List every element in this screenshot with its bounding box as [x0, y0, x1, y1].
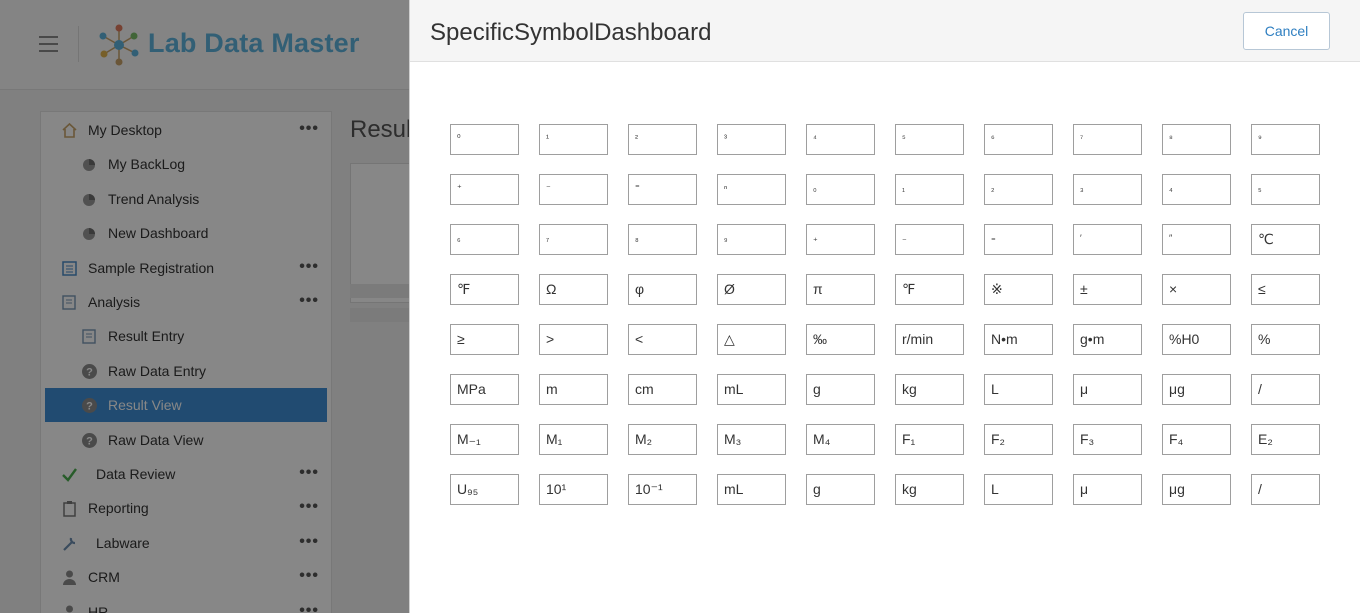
symbol-button[interactable]: ⁴ — [806, 124, 875, 155]
symbol-button[interactable]: μ — [1073, 374, 1142, 405]
symbol-button[interactable]: M₋₁ — [450, 424, 519, 455]
symbol-button[interactable]: ₉ — [717, 224, 786, 255]
symbol-button[interactable]: Ω — [539, 274, 608, 305]
symbol-button[interactable]: ₀ — [806, 174, 875, 205]
symbol-button[interactable]: M₁ — [539, 424, 608, 455]
symbol-button[interactable]: ℃ — [1251, 224, 1320, 255]
symbol-button[interactable]: m — [539, 374, 608, 405]
symbol-dialog: SpecificSymbolDashboard Cancel ⁰¹²³⁴⁵⁶⁷⁸… — [409, 0, 1360, 613]
symbol-button[interactable]: / — [1251, 474, 1320, 505]
symbol-button[interactable]: ₊ — [806, 224, 875, 255]
symbol-button[interactable]: ₂ — [984, 174, 1053, 205]
symbol-button[interactable]: kg — [895, 474, 964, 505]
symbol-button[interactable]: 10¹ — [539, 474, 608, 505]
symbol-button[interactable]: g — [806, 474, 875, 505]
symbol-button[interactable]: mL — [717, 374, 786, 405]
symbol-button[interactable]: π — [806, 274, 875, 305]
symbol-button[interactable]: r/min — [895, 324, 964, 355]
symbol-button[interactable]: ‰ — [806, 324, 875, 355]
symbol-button[interactable]: M₂ — [628, 424, 697, 455]
symbol-button[interactable]: ″ — [1162, 224, 1231, 255]
symbol-button[interactable]: △ — [717, 324, 786, 355]
symbol-button[interactable]: MPa — [450, 374, 519, 405]
symbol-button[interactable]: ⁵ — [895, 124, 964, 155]
symbol-button[interactable]: ≥ — [450, 324, 519, 355]
symbol-button[interactable]: F₂ — [984, 424, 1053, 455]
symbol-button[interactable]: ⁶ — [984, 124, 1053, 155]
symbol-button[interactable]: ₆ — [450, 224, 519, 255]
symbol-button[interactable]: ⁹ — [1251, 124, 1320, 155]
symbol-button[interactable]: ※ — [984, 274, 1053, 305]
symbol-button[interactable]: ≤ — [1251, 274, 1320, 305]
symbol-button[interactable]: g — [806, 374, 875, 405]
symbol-button[interactable]: ² — [628, 124, 697, 155]
symbol-button[interactable]: ₌ — [984, 224, 1053, 255]
symbol-button[interactable]: < — [628, 324, 697, 355]
symbol-button[interactable]: ℉ — [895, 274, 964, 305]
symbol-button[interactable]: ⁰ — [450, 124, 519, 155]
symbol-button[interactable]: F₄ — [1162, 424, 1231, 455]
symbol-button[interactable]: L — [984, 374, 1053, 405]
symbol-button[interactable]: ′ — [1073, 224, 1142, 255]
symbol-button[interactable]: ₁ — [895, 174, 964, 205]
symbol-button[interactable]: × — [1162, 274, 1231, 305]
symbol-button[interactable]: %H0 — [1162, 324, 1231, 355]
symbol-button[interactable]: cm — [628, 374, 697, 405]
cancel-button[interactable]: Cancel — [1243, 12, 1330, 50]
symbol-button[interactable]: μg — [1162, 374, 1231, 405]
symbol-button[interactable]: ⁸ — [1162, 124, 1231, 155]
symbol-button[interactable]: ⁼ — [628, 174, 697, 205]
symbol-button[interactable]: ¹ — [539, 124, 608, 155]
symbol-button[interactable]: U₉₅ — [450, 474, 519, 505]
symbol-button[interactable]: ⁷ — [1073, 124, 1142, 155]
symbol-button[interactable]: F₃ — [1073, 424, 1142, 455]
dialog-header: SpecificSymbolDashboard Cancel — [410, 0, 1360, 62]
dialog-title: SpecificSymbolDashboard — [430, 19, 712, 46]
symbol-button[interactable]: kg — [895, 374, 964, 405]
symbol-button[interactable]: ₅ — [1251, 174, 1320, 205]
symbol-button[interactable]: L — [984, 474, 1053, 505]
symbol-button[interactable]: ₄ — [1162, 174, 1231, 205]
symbol-button[interactable]: ± — [1073, 274, 1142, 305]
symbol-button[interactable]: ³ — [717, 124, 786, 155]
symbol-button[interactable]: ℉ — [450, 274, 519, 305]
symbol-button[interactable]: % — [1251, 324, 1320, 355]
symbol-button[interactable]: / — [1251, 374, 1320, 405]
symbol-button[interactable]: > — [539, 324, 608, 355]
symbol-button[interactable]: ₃ — [1073, 174, 1142, 205]
symbol-button[interactable]: E₂ — [1251, 424, 1320, 455]
symbol-button[interactable]: μg — [1162, 474, 1231, 505]
symbol-grid: ⁰ ¹ ² ³ ⁴ ⁵ ⁶ ⁷ ⁸ ⁹ ⁺ ⁻ ⁼ ⁿ ₀ ₁ ₂ ₃ ₄ ₅ ₆ ₇ ₈ ₉ ₊ ₋ ₌ ′ ″ ℃ ℉ Ωφ Øπ ℉ ※ ± × ≤… — [450, 124, 1320, 505]
symbol-button[interactable]: ₋ — [895, 224, 964, 255]
symbol-button[interactable]: φ — [628, 274, 697, 305]
symbol-button[interactable]: μ — [1073, 474, 1142, 505]
modal-backdrop[interactable] — [0, 0, 409, 613]
symbol-button[interactable]: mL — [717, 474, 786, 505]
symbol-button[interactable]: M₃ — [717, 424, 786, 455]
symbol-button[interactable]: M₄ — [806, 424, 875, 455]
symbol-button[interactable]: ⁿ — [717, 174, 786, 205]
symbol-button[interactable]: ⁺ — [450, 174, 519, 205]
symbol-button[interactable]: N•m — [984, 324, 1053, 355]
symbol-button[interactable]: ⁻ — [539, 174, 608, 205]
symbol-button[interactable]: ₈ — [628, 224, 697, 255]
symbol-button[interactable]: 10⁻¹ — [628, 474, 697, 505]
symbol-button[interactable]: ₇ — [539, 224, 608, 255]
symbol-button[interactable]: g•m — [1073, 324, 1142, 355]
symbol-button[interactable]: F₁ — [895, 424, 964, 455]
symbol-button[interactable]: Ø — [717, 274, 786, 305]
